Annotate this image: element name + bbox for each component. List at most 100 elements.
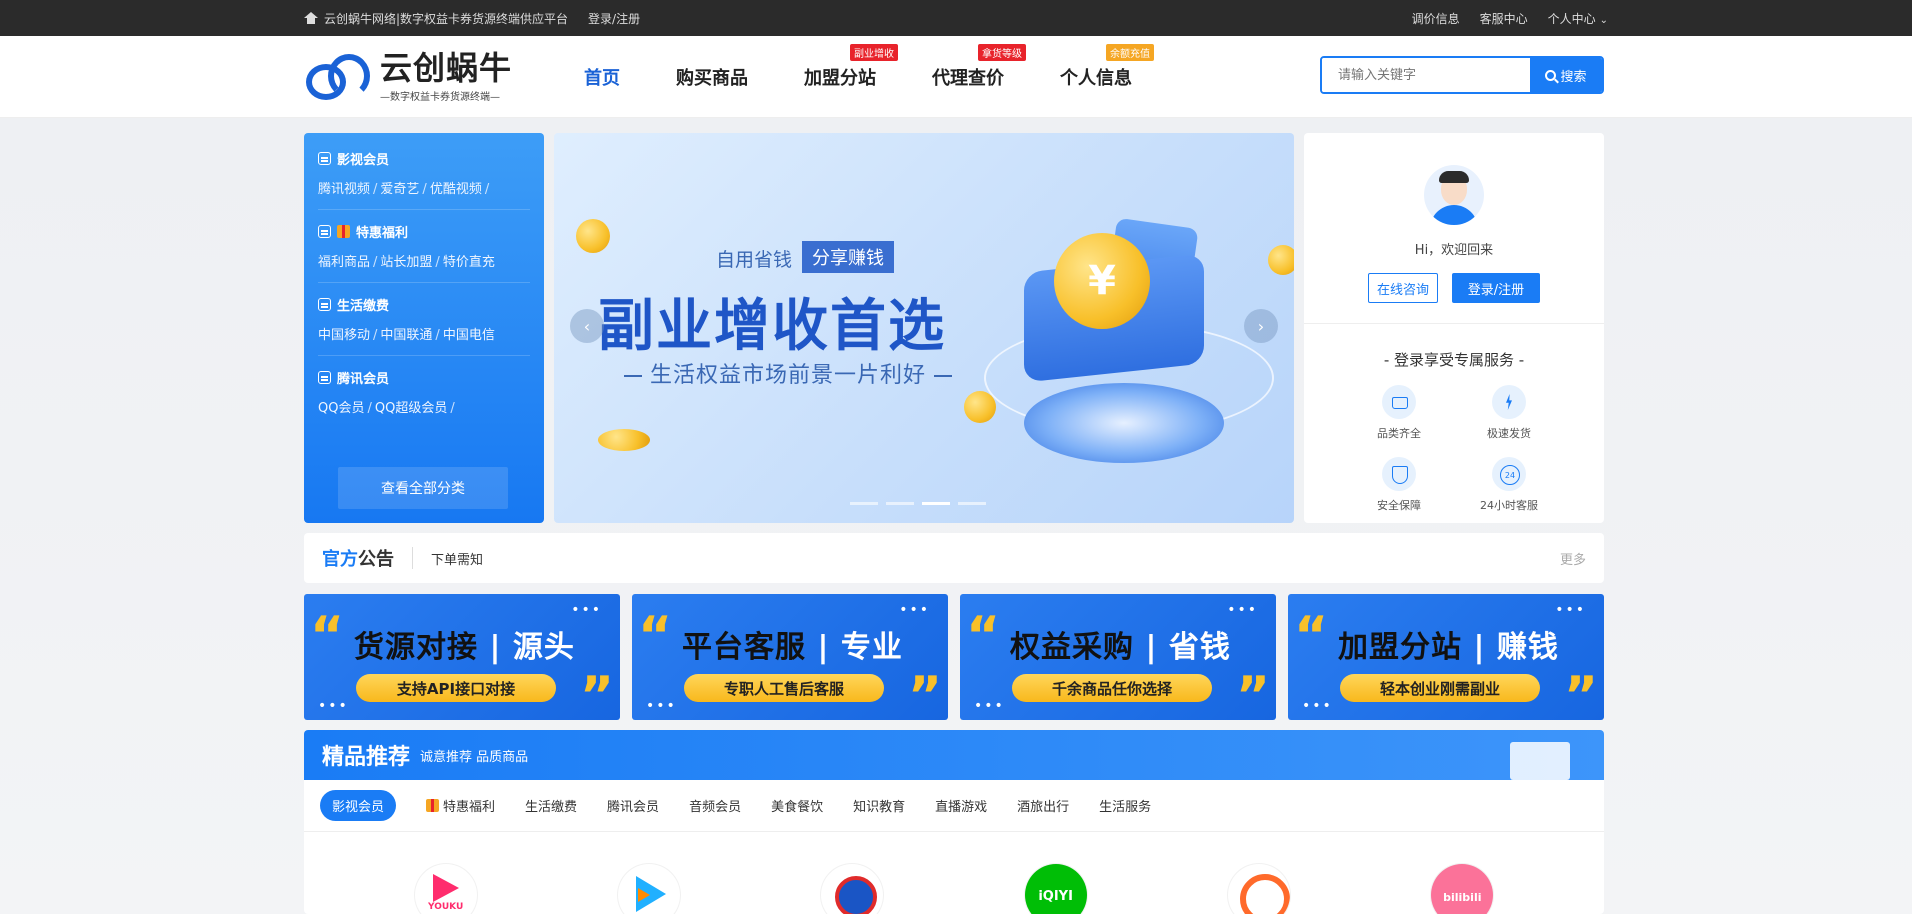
personal-center-link[interactable]: 个人中心 ⌄: [1548, 10, 1608, 27]
tab-life-services[interactable]: 生活服务: [1099, 796, 1151, 815]
chevron-left-icon[interactable]: ‹: [570, 309, 604, 343]
gift-icon: [426, 799, 440, 812]
dots-icon: •••: [1227, 602, 1258, 618]
youku-logo-icon[interactable]: YOUKU: [414, 864, 477, 914]
avatar: [1424, 165, 1484, 225]
logo-title: 云创蜗牛: [380, 48, 513, 87]
promo-tile[interactable]: ••• “ 货源对接 | 源头 支持API接口对接 ” •••: [304, 594, 620, 720]
carousel-dot[interactable]: [958, 502, 986, 505]
bilibili-logo-icon[interactable]: bilibili: [1431, 864, 1494, 914]
online-consult-button[interactable]: 在线咨询: [1368, 273, 1438, 303]
promo-pill: 支持API接口对接: [356, 674, 556, 702]
tab-utilities[interactable]: 生活缴费: [525, 796, 577, 815]
coin-decoration: [1268, 245, 1294, 275]
tab-education[interactable]: 知识教育: [853, 796, 905, 815]
dots-icon: •••: [1302, 698, 1333, 714]
tab-live-gaming[interactable]: 直播游戏: [935, 796, 987, 815]
nav-profile[interactable]: 个人信息 余额充值: [1056, 44, 1154, 96]
dots-icon: •••: [571, 602, 602, 618]
price-adjust-link[interactable]: 调价信息: [1412, 10, 1460, 27]
top-bar: 云创蜗牛网络|数字权益卡券货源终端供应平台 登录/注册 调价信息 客服中心 个人…: [0, 0, 1912, 36]
dots-icon: •••: [318, 698, 349, 714]
category-link[interactable]: QQ会员: [318, 401, 364, 416]
carousel-dot[interactable]: [850, 502, 878, 505]
banner-subtitle: 生活权益市场前景一片利好: [616, 357, 960, 389]
category-title[interactable]: 特惠福利: [318, 222, 530, 241]
category-title[interactable]: 腾讯会员: [318, 368, 530, 387]
search-icon: [1545, 69, 1557, 81]
carousel-dots: [850, 502, 986, 505]
promo-tile[interactable]: ••• “ 权益采购 | 省钱 千余商品任你选择 ” •••: [960, 594, 1276, 720]
category-link[interactable]: 腾讯视频: [318, 182, 370, 197]
promo-pill: 千余商品任你选择: [1012, 674, 1212, 702]
mango-tv-logo-icon[interactable]: [1227, 864, 1290, 914]
featured-tabs: 影视会员 特惠福利 生活缴费 腾讯会员 音频会员 美食餐饮 知识教育 直播游戏 …: [304, 780, 1604, 832]
featured-section: 精品推荐 诚意推荐 品质商品 影视会员 特惠福利 生活缴费 腾讯会员 音频会员 …: [304, 730, 1604, 914]
divider: [1304, 323, 1604, 324]
yen-coin: ¥: [1054, 233, 1150, 329]
nav-home[interactable]: 首页: [580, 58, 624, 96]
promo-tile[interactable]: ••• “ 加盟分站 | 赚钱 轻本创业刚需副业 ” •••: [1288, 594, 1604, 720]
category-link[interactable]: 优酷视频: [430, 182, 482, 197]
login-register-button[interactable]: 登录/注册: [1452, 273, 1540, 303]
site-title: 云创蜗牛网络|数字权益卡券货源终端供应平台: [324, 11, 569, 26]
category-link[interactable]: QQ超级会员: [375, 401, 447, 416]
dots-icon: •••: [646, 698, 677, 714]
logo-subtitle: —数字权益卡券货源终端—: [380, 91, 500, 103]
tab-tencent-membership[interactable]: 腾讯会员: [607, 796, 659, 815]
sports-logo-icon[interactable]: [821, 864, 884, 914]
quote-close-icon: ”: [907, 666, 942, 720]
category-link[interactable]: 中国电信: [443, 328, 495, 343]
category-icon: [318, 298, 331, 311]
logo[interactable]: 云创蜗牛 —数字权益卡券货源终端—: [304, 46, 524, 106]
category-link[interactable]: 中国移动: [318, 328, 370, 343]
site-title-link[interactable]: 云创蜗牛网络|数字权益卡券货源终端供应平台: [304, 10, 568, 27]
nav-badge: 副业增收: [850, 44, 898, 61]
category-group: 生活缴费 中国移动 / 中国联通 / 中国电信: [318, 295, 530, 356]
nav-agent-price[interactable]: 代理查价 拿货等级: [928, 44, 1026, 96]
logo-cloud-icon: [304, 50, 374, 102]
category-title[interactable]: 影视会员: [318, 149, 530, 168]
hero-banner[interactable]: ¥ 自用省钱 分享赚钱 副业增收首选 生活权益市场前景一片利好 ‹ ›: [554, 133, 1294, 523]
category-link[interactable]: 特价直充: [443, 255, 495, 270]
user-panel: Hi，欢迎回来 在线咨询 登录/注册 - 登录享受专属服务 - 品类齐全 极速发…: [1304, 133, 1604, 523]
category-title[interactable]: 生活缴费: [318, 295, 530, 314]
notice-more-link[interactable]: 更多: [1560, 549, 1586, 568]
category-link[interactable]: 站长加盟: [380, 255, 432, 270]
top-login-link[interactable]: 登录/注册: [588, 10, 640, 27]
home-icon: [304, 12, 318, 24]
tencent-video-logo-icon[interactable]: [617, 864, 680, 914]
banner-tag: 自用省钱: [716, 249, 793, 271]
nav-franchise[interactable]: 加盟分站 副业增收: [800, 44, 898, 96]
pedestal-decoration: [1024, 383, 1224, 463]
category-group: 腾讯会员 QQ会员 / QQ超级会员 /: [318, 368, 530, 428]
search-box: 搜索: [1320, 56, 1604, 94]
tab-food[interactable]: 美食餐饮: [771, 796, 823, 815]
category-link[interactable]: 福利商品: [318, 255, 370, 270]
notice-bar: 官方公告 下单需知 更多: [304, 533, 1604, 583]
search-input[interactable]: [1322, 58, 1530, 92]
category-panel: 影视会员 腾讯视频 / 爱奇艺 / 优酷视频 / 特惠福利 福利商品 / 站长加盟 / 特价直充 …: [304, 133, 544, 523]
view-all-categories-button[interactable]: 查看全部分类: [338, 467, 508, 509]
search-button[interactable]: 搜索: [1530, 58, 1602, 92]
wallet-illustration: ¥: [1024, 217, 1204, 383]
tab-special-offers[interactable]: 特惠福利: [426, 796, 495, 815]
quote-close-icon: ”: [1563, 666, 1598, 720]
tab-video-membership[interactable]: 影视会员: [320, 790, 397, 821]
notice-item[interactable]: 下单需知: [431, 549, 483, 568]
tab-travel[interactable]: 酒旅出行: [1017, 796, 1069, 815]
tab-audio-membership[interactable]: 音频会员: [689, 796, 741, 815]
gift-icon: [337, 225, 350, 238]
chevron-right-icon[interactable]: ›: [1244, 309, 1278, 343]
promo-tile[interactable]: ••• “ 平台客服 | 专业 专职人工售后客服 ” •••: [632, 594, 948, 720]
carousel-dot[interactable]: [886, 502, 914, 505]
service-item: 24小时客服: [1454, 457, 1564, 513]
category-link[interactable]: 爱奇艺: [380, 182, 419, 197]
carousel-dot-active[interactable]: [922, 502, 950, 505]
quote-open-icon: “: [310, 606, 345, 666]
service-center-link[interactable]: 客服中心: [1480, 10, 1528, 27]
iqiyi-logo-icon[interactable]: iQIYI: [1024, 864, 1087, 914]
main-nav: 首页 购买商品 加盟分站 副业增收 代理查价 拿货等级 个人信息 余额充值: [580, 36, 1154, 118]
nav-buy[interactable]: 购买商品: [672, 58, 752, 96]
category-link[interactable]: 中国联通: [380, 328, 432, 343]
